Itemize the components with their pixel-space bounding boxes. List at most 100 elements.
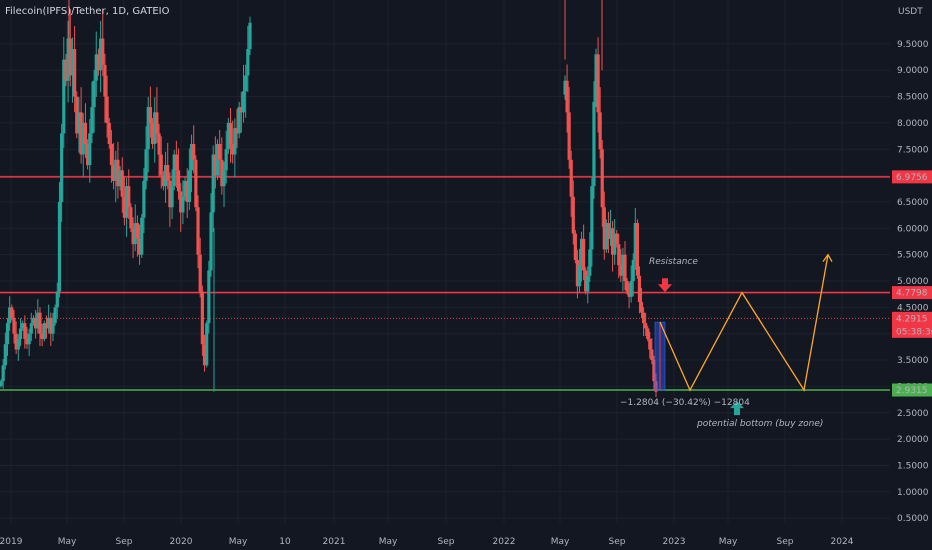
- candle-body: [3, 344, 7, 366]
- y-tick-label: 9.5000: [897, 40, 929, 50]
- candle-body: [18, 328, 23, 339]
- candle-body: [194, 159, 198, 208]
- price-badge-label: 4.2915: [896, 314, 928, 324]
- y-tick-label: 1.5000: [897, 461, 929, 471]
- candle-body: [135, 223, 140, 239]
- candle-body: [222, 170, 226, 187]
- y-tick-label: 2.0000: [897, 435, 929, 445]
- x-tick-label: 2024: [831, 537, 854, 547]
- candle-body: [10, 307, 14, 318]
- x-tick-label: 2021: [323, 537, 346, 547]
- candle-body: [176, 170, 181, 192]
- candle-body: [218, 143, 222, 160]
- candle-body: [38, 312, 42, 334]
- candle-body: [181, 196, 185, 213]
- x-tick-label: 2022: [493, 537, 516, 547]
- candle-body: [144, 149, 148, 181]
- x-tick-label: 10: [279, 537, 291, 547]
- y-tick-label: 6.5000: [897, 198, 929, 208]
- price-badge-label: 4.7798: [896, 289, 928, 299]
- candle-body: [629, 281, 633, 297]
- y-tick-label: 2.5000: [897, 409, 929, 419]
- candle-body: [637, 275, 642, 303]
- candle-body: [16, 338, 20, 350]
- candle-body: [571, 196, 575, 234]
- candle-body: [600, 149, 604, 208]
- candle-body: [192, 143, 196, 160]
- y-tick-label: 5.5000: [897, 251, 929, 261]
- x-tick-label: May: [551, 537, 570, 547]
- candle-body: [92, 80, 96, 108]
- y-tick-label: 7.5000: [897, 145, 929, 155]
- candle-body: [107, 122, 111, 144]
- candle-body: [83, 122, 88, 144]
- candle-body: [196, 207, 200, 255]
- candle-body: [29, 323, 33, 334]
- candle-body: [148, 107, 152, 123]
- candle-body: [166, 165, 170, 181]
- x-tick-label: 2023: [663, 537, 686, 547]
- candle-body: [60, 133, 64, 202]
- candle-body: [241, 91, 246, 113]
- candle-body: [23, 323, 27, 339]
- candle-body: [129, 207, 133, 229]
- projection-path: [659, 254, 829, 392]
- candle-body: [109, 143, 114, 166]
- resistance-annotation: Resistance: [649, 257, 698, 267]
- x-tick-label: 2020: [170, 537, 193, 547]
- candle-body: [27, 333, 31, 345]
- candle-body: [246, 49, 250, 76]
- candle-body: [12, 317, 16, 334]
- candle-body: [244, 75, 248, 92]
- candle-body: [646, 328, 650, 339]
- candle-body: [650, 349, 654, 361]
- x-tick-label: Sep: [116, 537, 133, 547]
- chart-title: Filecoin(IPFS)/Tether, 1D, GATEIO: [5, 6, 170, 17]
- candle-body: [615, 233, 619, 245]
- candle-body: [200, 291, 204, 345]
- price-chart[interactable]: Resistance −1.2804 (−30.42%) −12804 potent…: [0, 0, 932, 550]
- y-tick-label: 8.0000: [897, 119, 929, 129]
- candle-body: [596, 54, 600, 113]
- candle-body: [142, 180, 146, 218]
- candle-body: [248, 22, 252, 50]
- candle-body: [120, 170, 124, 197]
- candle-body: [55, 291, 59, 308]
- y-tick-label: 8.5000: [897, 93, 929, 103]
- candle-body: [140, 217, 144, 255]
- candle-body: [174, 154, 178, 171]
- candle-body: [592, 101, 596, 187]
- x-tick-label: May: [58, 537, 77, 547]
- x-tick-label: Sep: [438, 537, 455, 547]
- candle-body: [103, 64, 107, 97]
- candle-body: [635, 223, 639, 276]
- candle-body: [598, 112, 602, 150]
- y-axis-unit: USDT: [898, 7, 923, 17]
- candle-body: [644, 323, 648, 329]
- measure-annotation: −1.2804 (−30.42%) −12804: [620, 398, 750, 408]
- candle-body: [623, 254, 627, 281]
- candle-body: [224, 149, 228, 171]
- buy-zone-annotation: potential bottom (buy zone): [696, 419, 823, 429]
- x-tick-label: 2019: [0, 537, 23, 547]
- candle-body: [155, 112, 159, 134]
- x-tick-label: May: [379, 537, 398, 547]
- candle-body: [90, 107, 94, 134]
- candle-body: [73, 49, 77, 97]
- y-tick-label: 1.0000: [897, 488, 929, 498]
- candle-body: [648, 338, 652, 350]
- candle-body: [573, 233, 577, 260]
- price-badge-label: 6.9756: [896, 173, 928, 183]
- candle-body: [590, 186, 594, 250]
- candle-body: [569, 159, 573, 197]
- candle-body: [57, 201, 62, 292]
- candle-body: [170, 186, 174, 208]
- candle-body: [198, 254, 202, 292]
- candle-body: [625, 281, 629, 292]
- countdown-label: 05:38:36: [896, 327, 932, 337]
- candle-body: [101, 38, 105, 65]
- candle-body: [5, 323, 10, 345]
- price-badge-label: 2.9315: [896, 386, 928, 396]
- candle-body: [127, 186, 131, 208]
- candle-body: [159, 154, 163, 176]
